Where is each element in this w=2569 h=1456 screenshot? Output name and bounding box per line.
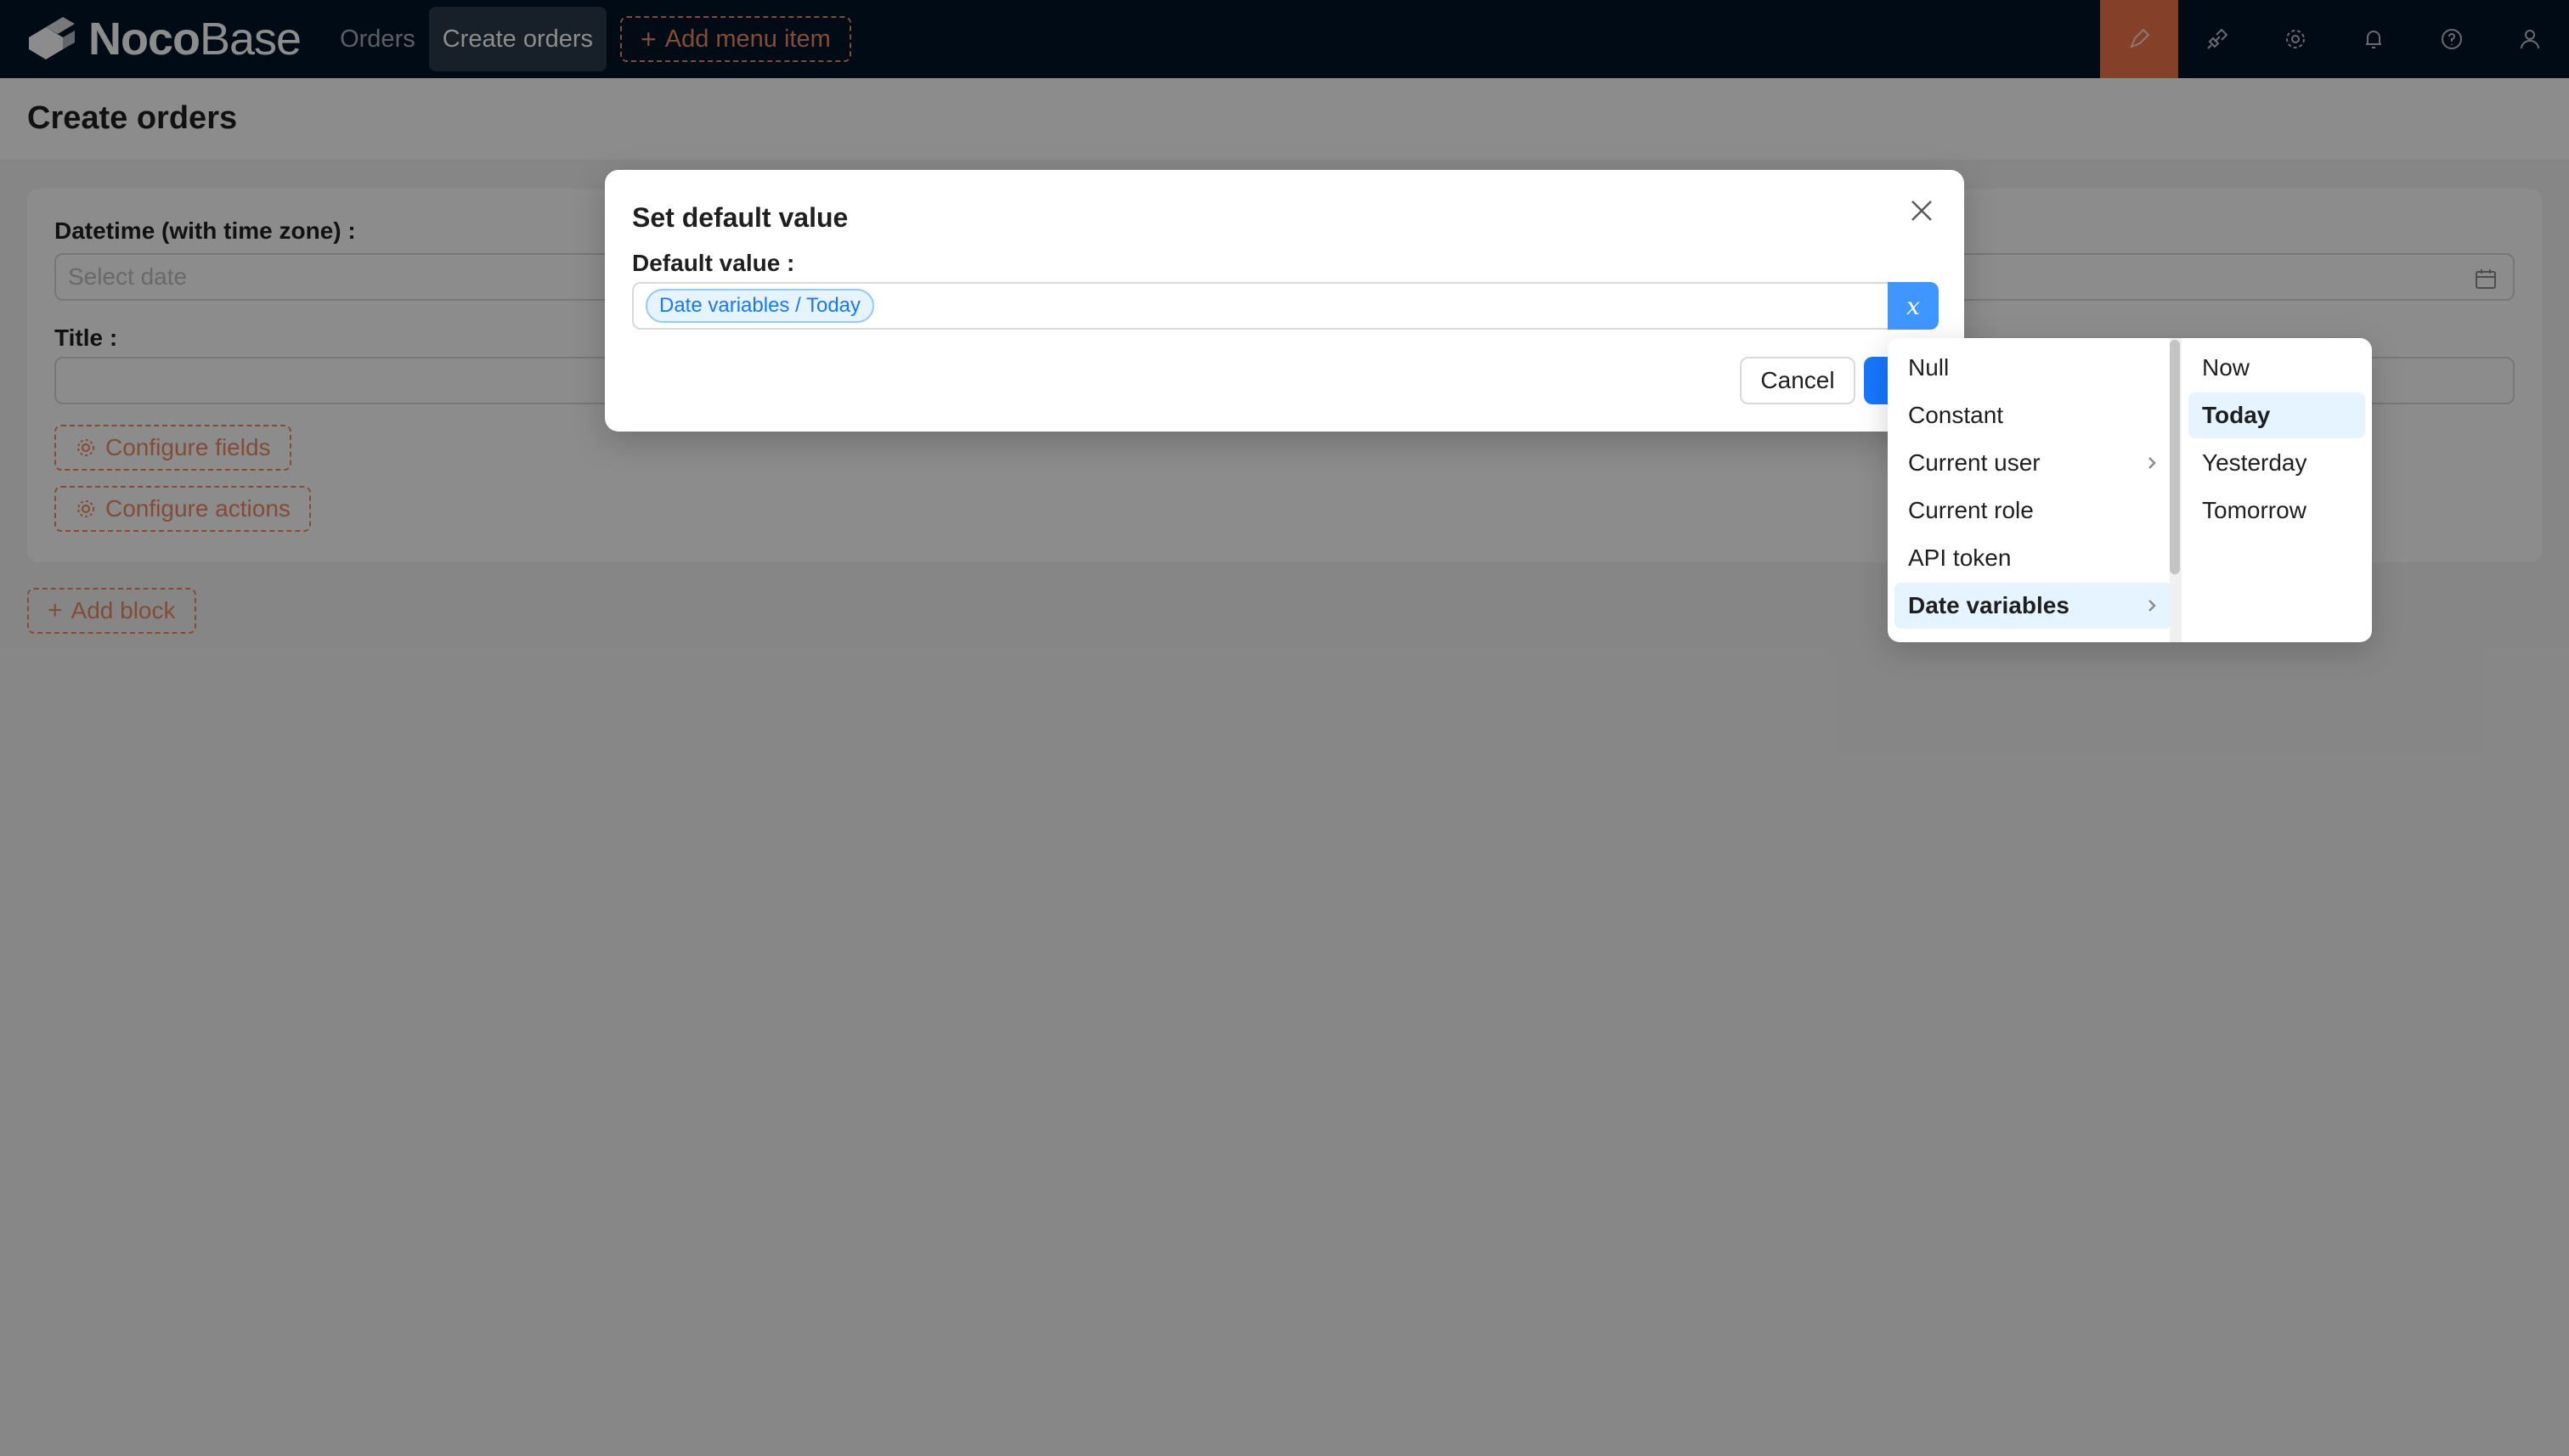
default-value-input[interactable]: Date variables / Today [632,282,1888,330]
scrollbar-thumb[interactable] [2170,340,2180,574]
cascader-option-current-user[interactable]: Current user [1894,440,2173,486]
modal-title: Set default value [632,202,849,233]
option-label: Yesterday [2202,449,2307,476]
option-label: Current role [1908,497,2034,523]
default-value-label: Default value : [632,250,795,276]
cascader-column-2: Now Today Yesterday Tomorrow [2180,338,2372,642]
cascader-column-1: Null Constant Current user Current role … [1888,338,2180,642]
cascader-option-current-role[interactable]: Current role [1894,488,2173,533]
cascader-option-constant[interactable]: Constant [1894,392,2173,438]
option-label: Today [2202,402,2271,428]
variable-tag[interactable]: Date variables / Today [646,289,875,323]
cascader-option-yesterday[interactable]: Yesterday [2188,440,2365,486]
option-label: Null [1908,354,1950,381]
chevron-right-icon [2148,457,2156,469]
option-label: Current user [1908,449,2041,476]
cascader-scrollbar[interactable] [2170,338,2180,642]
variable-cascader: Null Constant Current user Current role … [1888,338,2372,642]
cascader-option-now[interactable]: Now [2188,345,2365,391]
option-label: Tomorrow [2202,497,2306,523]
variable-picker-button[interactable]: x [1888,282,1939,330]
set-default-value-modal: Set default value Default value : Date v… [605,170,1964,432]
modal-close-button[interactable] [1901,190,1942,231]
option-label: Constant [1908,402,2004,428]
cascader-option-today[interactable]: Today [2188,392,2365,438]
option-label: API token [1908,545,2012,571]
close-icon [1911,200,1932,221]
option-label: Date variables [1908,592,2069,618]
cascader-option-date-variables[interactable]: Date variables [1894,583,2173,629]
cascader-option-tomorrow[interactable]: Tomorrow [2188,488,2365,533]
cascader-option-null[interactable]: Null [1894,345,2173,391]
cascader-option-api-token[interactable]: API token [1894,535,2173,581]
chevron-right-icon [2148,600,2156,612]
cancel-button[interactable]: Cancel [1740,357,1855,404]
option-label: Now [2202,354,2250,381]
